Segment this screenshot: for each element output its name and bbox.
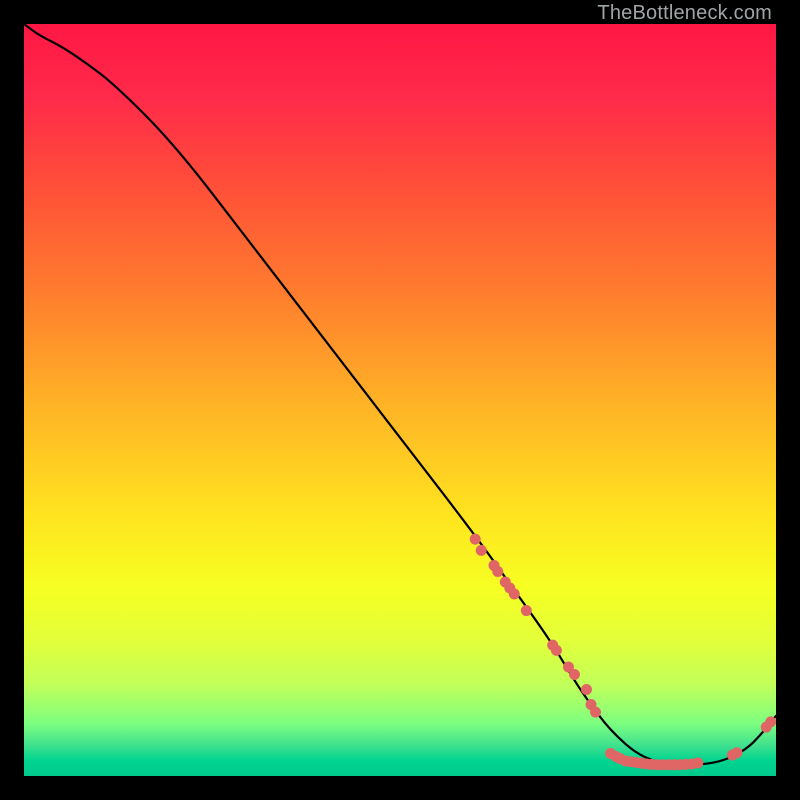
chart-container: TheBottleneck.com [0,0,800,800]
watermark-label: TheBottleneck.com [597,2,772,25]
plot-gradient-area [24,24,776,776]
